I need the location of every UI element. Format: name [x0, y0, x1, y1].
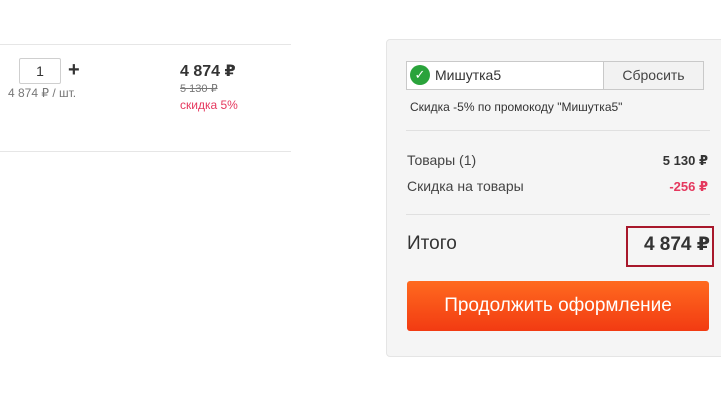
item-price: 4 874 ₽	[180, 63, 236, 80]
checkmark-icon: ✓	[410, 65, 430, 85]
item-discount-label: скидка 5%	[180, 98, 238, 112]
item-old-price: 5 130 ₽	[180, 83, 218, 95]
promo-discount-note: Скидка -5% по промокоду "Мишутка5"	[410, 100, 623, 114]
reset-promo-button[interactable]: Сбросить	[603, 61, 704, 90]
goods-label: Товары (1)	[407, 152, 477, 168]
goods-discount-label: Скидка на товары	[407, 178, 524, 194]
divider	[406, 130, 710, 131]
divider	[406, 214, 710, 215]
increase-quantity-button[interactable]: +	[68, 58, 80, 82]
total-label: Итого	[407, 233, 457, 254]
quantity-input[interactable]: 1	[19, 58, 61, 84]
unit-price: 4 874 ₽ / шт.	[8, 86, 77, 100]
total-value: 4 874 ₽	[643, 234, 710, 255]
continue-checkout-button[interactable]: Продолжить оформление	[407, 281, 709, 331]
goods-value: 5 130 ₽	[662, 153, 708, 168]
promo-code-value[interactable]: Мишутка5	[435, 67, 501, 83]
goods-discount-value: -256 ₽	[669, 179, 708, 194]
